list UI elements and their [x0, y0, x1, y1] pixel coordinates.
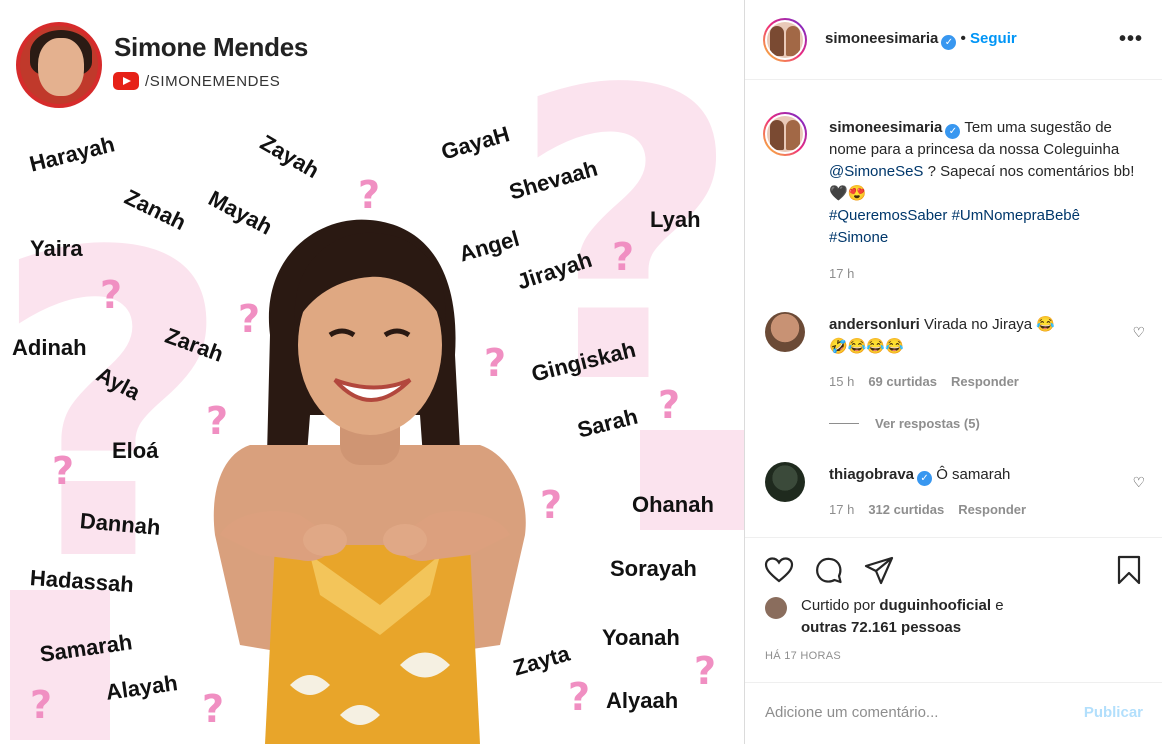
- question-mark-icon: ?: [694, 649, 717, 693]
- question-mark-icon: ?: [52, 449, 75, 493]
- question-mark-icon: ?: [612, 235, 635, 279]
- post-header: simoneesimaria ✓ • Seguir •••: [745, 0, 1162, 80]
- liked-by: Curtido por duguinhooficial e outras 72.…: [765, 595, 1145, 641]
- baby-name: GayaH: [438, 121, 513, 165]
- baby-name: Eloá: [112, 438, 159, 463]
- person-illustration: [213, 219, 526, 744]
- verified-icon: ✓: [917, 471, 933, 486]
- post-image[interactable]: ? ? Simone Mendes /SIMONEMENDES Harayah …: [0, 0, 744, 744]
- brand-avatar: [16, 22, 102, 108]
- question-mark-icon: ?: [658, 383, 681, 427]
- comment-time: 15 h: [829, 374, 855, 389]
- comment-text: Ô samarah: [936, 466, 1011, 483]
- comment-likes[interactable]: 312 curtidas: [868, 502, 944, 517]
- question-mark-icon: ?: [238, 297, 261, 341]
- baby-name: Alayah: [104, 670, 180, 705]
- liked-by-connector: e: [995, 597, 1004, 614]
- comment-time: 17 h: [829, 502, 855, 517]
- action-bar: [745, 537, 1162, 597]
- comment-item: thiagobrava ✓ Ô samarah ♡ 17 h 312 curtida…: [765, 462, 1145, 522]
- save-bookmark-icon[interactable]: [1113, 554, 1145, 586]
- comment-likes[interactable]: 69 curtidas: [868, 374, 937, 389]
- question-mark-icon: ?: [540, 483, 563, 527]
- comment-bubble-icon[interactable]: [813, 554, 845, 586]
- youtube-handle-row: /SIMONEMENDES: [113, 72, 280, 90]
- commenter-avatar[interactable]: [765, 462, 805, 502]
- reply-button[interactable]: Responder: [951, 374, 1019, 389]
- view-replies-label: Ver respostas (5): [875, 416, 980, 431]
- youtube-icon: [113, 72, 139, 90]
- baby-name: Yaira: [30, 236, 83, 261]
- baby-name: Alyaah: [606, 688, 679, 713]
- publish-button[interactable]: Publicar: [1084, 704, 1143, 721]
- comment-like-heart-icon[interactable]: ♡: [1132, 324, 1145, 341]
- hashtag-link[interactable]: #QueremosSaber: [829, 207, 947, 224]
- liked-by-text: Curtido por duguinhooficial e outras 72.…: [801, 595, 1141, 639]
- comment-text-line2: 🤣😂😂😂: [829, 338, 904, 355]
- comment-text: Virada no Jiraya 😂: [924, 316, 1055, 333]
- follow-button[interactable]: Seguir: [970, 30, 1017, 47]
- header-user-row: simoneesimaria ✓ • Seguir: [825, 30, 1017, 50]
- separator-dot: •: [960, 30, 967, 47]
- question-mark-icon: ?: [202, 687, 225, 731]
- more-options-icon[interactable]: •••: [1119, 28, 1143, 51]
- comment-meta: 17 h 312 curtidas Responder: [829, 502, 1040, 517]
- like-heart-icon[interactable]: [763, 554, 795, 586]
- caption: simoneesimaria ✓ Tem uma sugestão de nome…: [829, 117, 1141, 285]
- caption-mention[interactable]: @SimoneSeS: [829, 163, 923, 180]
- comment-form: Adicione um comentário... Publicar: [745, 682, 1162, 744]
- verified-icon: ✓: [945, 124, 961, 139]
- author-avatar[interactable]: [763, 18, 807, 62]
- comment-body: thiagobrava ✓ Ô samarah: [829, 464, 1109, 486]
- comment-body: andersonluri Virada no Jiraya 😂 🤣😂😂😂: [829, 314, 1109, 358]
- hashtag-link[interactable]: #Simone: [829, 229, 888, 246]
- baby-name: Adinah: [12, 335, 87, 360]
- comment-input[interactable]: Adicione um comentário...: [765, 704, 938, 721]
- commenter-username[interactable]: andersonluri: [829, 316, 920, 333]
- caption-username[interactable]: simoneesimaria: [829, 119, 942, 136]
- replies-divider: [829, 423, 859, 424]
- share-send-icon[interactable]: [863, 554, 895, 586]
- view-replies-button[interactable]: Ver respostas (5): [829, 416, 980, 431]
- question-mark-icon: ?: [358, 173, 381, 217]
- commenter-avatar[interactable]: [765, 312, 805, 352]
- comment-item: andersonluri Virada no Jiraya 😂 🤣😂😂😂 ♡ 1…: [765, 312, 1145, 389]
- verified-icon: ✓: [941, 35, 957, 50]
- question-mark-icon: ?: [30, 683, 53, 727]
- comment-meta: 15 h 69 curtidas Responder: [829, 374, 1033, 389]
- liked-by-prefix: Curtido por: [801, 597, 876, 614]
- comment-like-heart-icon[interactable]: ♡: [1132, 474, 1145, 491]
- baby-name: Ohanah: [632, 492, 714, 517]
- baby-name: Lyah: [650, 207, 701, 232]
- commenter-username[interactable]: thiagobrava: [829, 466, 914, 483]
- liker-username[interactable]: duguinhooficial: [879, 597, 991, 614]
- caption-avatar[interactable]: [763, 112, 807, 156]
- hashtag-link[interactable]: #UmNomepraBebê: [952, 207, 1080, 224]
- youtube-handle: /SIMONEMENDES: [145, 72, 281, 90]
- question-mark-icon: ?: [568, 675, 591, 719]
- likes-count-link[interactable]: outras 72.161 pessoas: [801, 619, 961, 636]
- brand-title: Simone Mendes: [114, 32, 309, 62]
- liker-avatar[interactable]: [765, 597, 787, 619]
- question-mark-icon: ?: [484, 341, 507, 385]
- caption-time: 17 h: [829, 266, 855, 281]
- post-side-panel: simoneesimaria ✓ • Seguir ••• simoneesimari…: [744, 0, 1162, 744]
- baby-name: Zayah: [256, 129, 324, 184]
- baby-name: Yoanah: [602, 625, 680, 650]
- baby-name: Sorayah: [610, 556, 697, 581]
- reply-button[interactable]: Responder: [958, 502, 1026, 517]
- question-mark-icon: ?: [100, 273, 123, 317]
- question-mark-icon: ?: [206, 399, 229, 443]
- author-username[interactable]: simoneesimaria: [825, 30, 938, 47]
- post-timestamp: HÁ 17 HORAS: [765, 650, 842, 662]
